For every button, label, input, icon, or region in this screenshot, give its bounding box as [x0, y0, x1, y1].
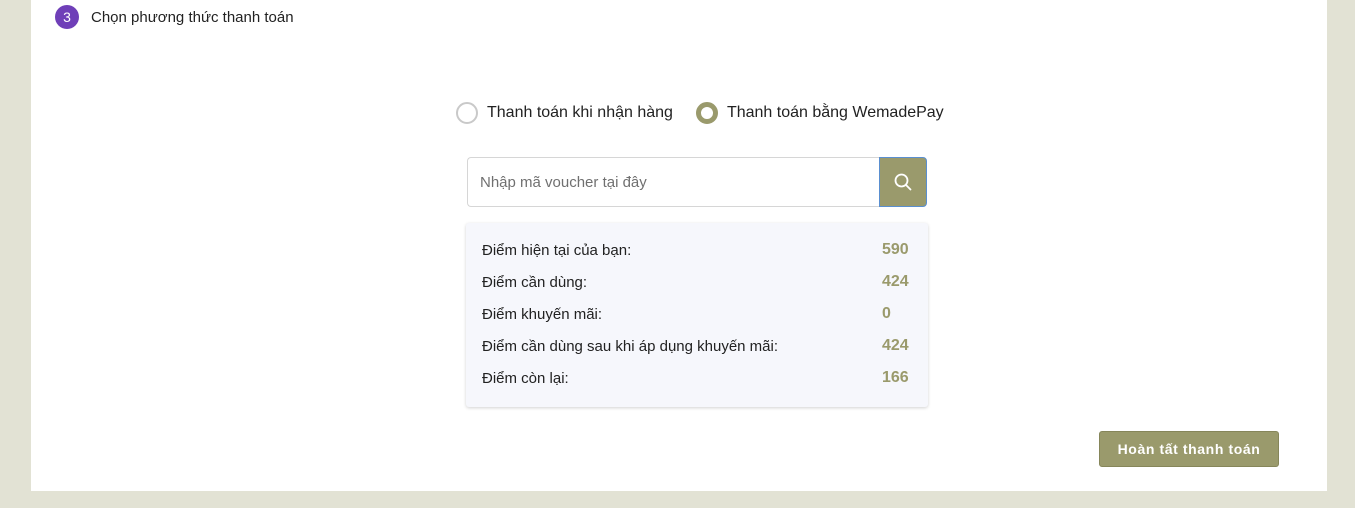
points-after-promo-row: Điểm cần dùng sau khi áp dụng khuyến mãi…: [482, 330, 912, 362]
payment-method-cod[interactable]: Thanh toán khi nhận hàng: [456, 102, 673, 124]
payment-method-wemadepay[interactable]: Thanh toán bằng WemadePay: [695, 102, 944, 124]
points-summary: Điểm hiện tại của bạn: 590 Điểm cần dùng…: [466, 223, 928, 407]
points-promo-label: Điểm khuyến mãi:: [482, 305, 603, 323]
voucher-input[interactable]: [467, 157, 879, 207]
search-icon: [894, 173, 912, 191]
points-current-row: Điểm hiện tại của bạn: 590: [482, 234, 912, 266]
step-number-badge: 3: [55, 5, 79, 29]
points-required-value: 424: [882, 273, 909, 290]
payment-method-wemadepay-label: Thanh toán bằng WemadePay: [726, 104, 944, 121]
voucher-search-button[interactable]: [879, 157, 927, 207]
radio-wemadepay[interactable]: [695, 102, 718, 124]
step-header: 3 Chọn phương thức thanh toán: [55, 5, 294, 29]
points-required-row: Điểm cần dùng: 424: [482, 266, 912, 298]
checkout-card: 3 Chọn phương thức thanh toán Thanh toán…: [31, 0, 1327, 491]
points-remaining-label: Điểm còn lại:: [482, 369, 569, 387]
radio-cod[interactable]: [456, 102, 478, 124]
points-promo-row: Điểm khuyến mãi: 0: [482, 298, 912, 330]
payment-method-cod-label: Thanh toán khi nhận hàng: [487, 104, 673, 121]
points-current-value: 590: [882, 241, 909, 258]
complete-payment-button[interactable]: Hoàn tất thanh toán: [1099, 431, 1279, 467]
points-remaining-value: 166: [882, 369, 909, 386]
points-after-promo-label: Điểm cần dùng sau khi áp dụng khuyến mãi…: [482, 337, 779, 355]
points-current-label: Điểm hiện tại của bạn:: [482, 241, 632, 259]
points-after-promo-value: 424: [882, 337, 909, 354]
points-remaining-row: Điểm còn lại: 166: [482, 362, 912, 394]
points-required-label: Điểm cần dùng:: [482, 273, 588, 291]
voucher-form: [467, 157, 927, 207]
step-title: Chọn phương thức thanh toán: [91, 8, 294, 26]
points-promo-value: 0: [882, 305, 891, 322]
payment-method-group: Thanh toán khi nhận hàng Thanh toán bằng…: [456, 101, 944, 125]
